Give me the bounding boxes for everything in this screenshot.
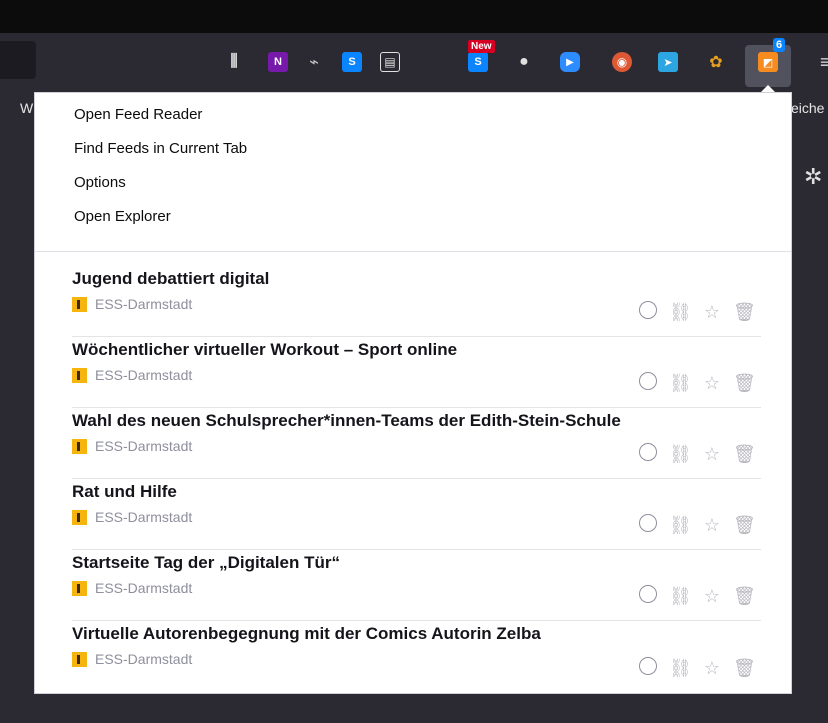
feed-actions: ⛓ ☆ 🗑 [637,372,756,393]
feed-title[interactable]: Virtuelle Autorenbegegnung mit der Comic… [72,623,761,645]
feed-title[interactable]: Wöchentlicher virtueller Workout – Sport… [72,339,761,361]
library-icon[interactable]: ⫼ [224,52,244,72]
feed-actions: ⛓ ☆ 🗑 [637,443,756,464]
star-icon[interactable]: ☆ [701,516,723,534]
telegram-icon[interactable]: ➤ [658,52,678,72]
link-icon[interactable]: ⛓ [669,516,692,534]
url-field[interactable] [0,41,36,79]
feed-title[interactable]: Startseite Tag der „Digitalen Tür“ [72,552,761,574]
bookmark-fragment-right[interactable]: eiche [791,100,824,116]
source-icon [72,296,87,312]
mark-read-icon[interactable] [639,657,657,675]
trash-icon[interactable]: 🗑 [733,303,756,321]
star-icon[interactable]: ☆ [701,659,723,677]
reader-icon[interactable]: ▤ [380,52,400,72]
source-icon [72,509,87,525]
duckduckgo-icon[interactable]: ◉ [612,52,632,72]
feed-title[interactable]: Wahl des neuen Schulsprecher*innen-Teams… [72,410,761,432]
source-icon [72,651,87,667]
feed-item[interactable]: Wöchentlicher virtueller Workout – Sport… [72,337,761,408]
star-icon[interactable]: ☆ [701,587,723,605]
link-icon[interactable]: ⛓ [669,659,692,677]
feed-title[interactable]: Jugend debattiert digital [72,268,761,290]
menu-find-feeds[interactable]: Find Feeds in Current Tab [35,137,791,171]
feed-reader-icon[interactable]: ◩ [758,52,778,72]
mark-read-icon[interactable] [639,301,657,319]
trash-icon[interactable]: 🗑 [733,587,756,605]
link-icon[interactable]: ⛓ [669,374,692,392]
title-bar [0,0,828,33]
bookmark-fragment-left[interactable]: W [20,100,33,116]
menu-options[interactable]: Options [35,171,791,205]
link-icon[interactable]: ⛓ [669,587,692,605]
pei-icon[interactable]: ✿ [706,52,726,72]
mark-read-icon[interactable] [639,585,657,603]
feed-title[interactable]: Rat und Hilfe [72,481,761,503]
zoom-icon[interactable]: ▶ [560,52,580,72]
star-icon[interactable]: ☆ [701,445,723,463]
feed-list: Jugend debattiert digital ESS-Darmstadt … [35,266,791,692]
mark-read-icon[interactable] [639,443,657,461]
trash-icon[interactable]: 🗑 [733,374,756,392]
source-icon [72,367,87,383]
feed-actions: ⛓ ☆ 🗑 [637,585,756,606]
link-icon[interactable]: ⛓ [669,445,692,463]
star-icon[interactable]: ☆ [701,374,723,392]
s-new-icon[interactable]: S [468,52,488,72]
browser-toolbar [0,33,828,90]
unread-count-badge: 6 [773,38,786,52]
mark-read-icon[interactable] [639,514,657,532]
trash-icon[interactable]: 🗑 [733,516,756,534]
trash-icon[interactable]: 🗑 [733,445,756,463]
feed-item[interactable]: Jugend debattiert digital ESS-Darmstadt … [72,266,761,337]
feed-item[interactable]: Wahl des neuen Schulsprecher*innen-Teams… [72,408,761,479]
source-icon [72,438,87,454]
link-icon[interactable]: ⛓ [669,303,692,321]
menu-open-explorer[interactable]: Open Explorer [35,205,791,239]
feed-item[interactable]: Startseite Tag der „Digitalen Tür“ ESS-D… [72,550,761,621]
feed-actions: ⛓ ☆ 🗑 [637,657,756,678]
feed-actions: ⛓ ☆ 🗑 [637,514,756,535]
feed-item[interactable]: Virtuelle Autorenbegegnung mit der Comic… [72,621,761,692]
menu-open-feed-reader[interactable]: Open Feed Reader [35,103,791,137]
account-icon[interactable]: ● [514,52,534,72]
source-icon [72,580,87,596]
mark-read-icon[interactable] [639,372,657,390]
onenote-icon[interactable]: N [268,52,288,72]
star-icon[interactable]: ☆ [701,303,723,321]
trash-icon[interactable]: 🗑 [733,659,756,677]
feed-item[interactable]: Rat und Hilfe ESS-Darmstadt ⛓ ☆ 🗑 [72,479,761,550]
feed-popup: Open Feed Reader Find Feeds in Current T… [34,92,792,694]
s-icon[interactable]: S [342,52,362,72]
shoe-icon[interactable]: ⌁ [304,52,324,72]
new-badge: New [468,40,495,53]
menu-icon[interactable]: ≡ [820,52,828,73]
menu-separator [35,251,791,252]
feed-actions: ⛓ ☆ 🗑 [637,301,756,322]
popup-menu: Open Feed Reader Find Feeds in Current T… [35,93,791,239]
gear-icon[interactable]: ✲ [804,166,822,188]
